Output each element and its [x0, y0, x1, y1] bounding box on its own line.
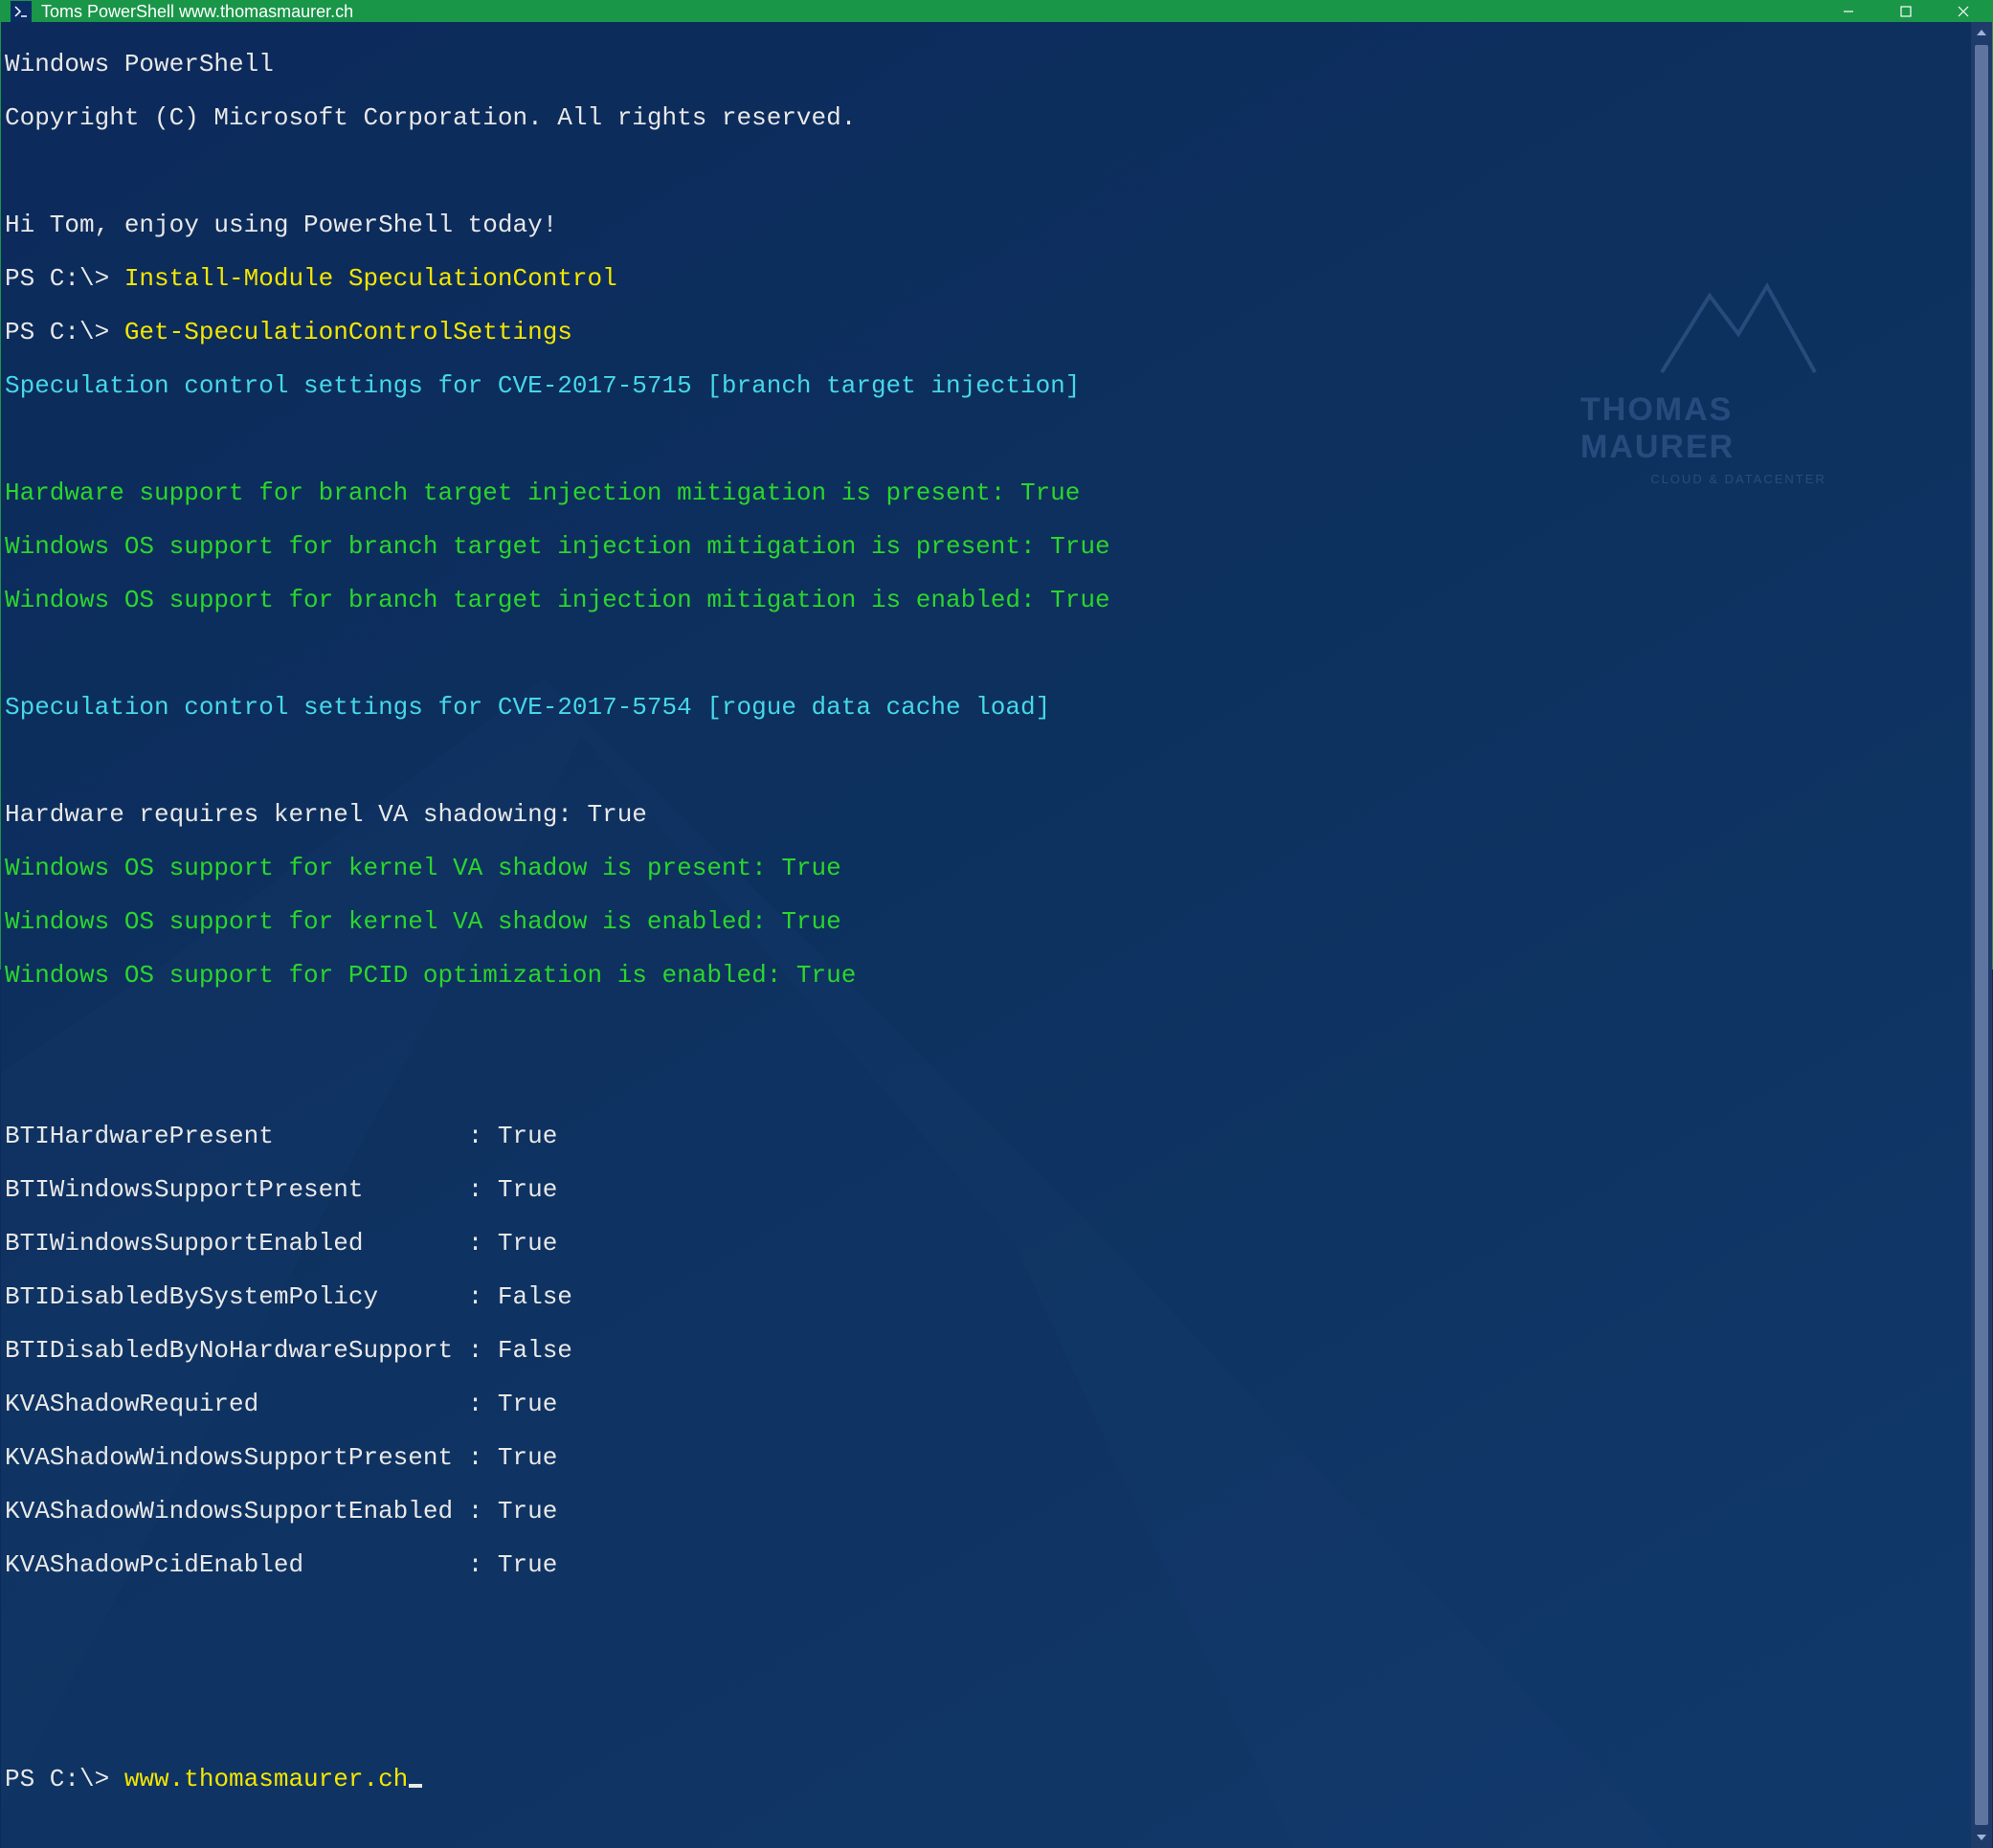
terminal-area[interactable]: THOMAS MAURER CLOUD & DATACENTER Windows…: [1, 22, 1992, 1848]
prompt-prefix: PS C:\>: [5, 264, 124, 293]
maximize-button[interactable]: [1877, 1, 1935, 22]
section-header: Speculation control settings for CVE-201…: [5, 372, 1967, 399]
window-controls: [1820, 1, 1992, 22]
table-row: KVAShadowRequired : True: [5, 1391, 1967, 1417]
output-line: Hardware support for branch target injec…: [5, 479, 1967, 506]
header-line: Windows PowerShell: [5, 51, 1967, 78]
prompt-line: PS C:\> Install-Module SpeculationContro…: [5, 265, 1967, 292]
output-line: Windows OS support for PCID optimization…: [5, 962, 1967, 989]
vertical-scrollbar[interactable]: [1971, 22, 1992, 1848]
section-header: Speculation control settings for CVE-201…: [5, 694, 1967, 721]
prompt-prefix: PS C:\>: [5, 1765, 124, 1793]
prompt-command: Install-Module SpeculationControl: [124, 264, 617, 293]
output-line: Hardware requires kernel VA shadowing: T…: [5, 801, 1967, 828]
window-title: Toms PowerShell www.thomasmaurer.ch: [41, 2, 1820, 22]
terminal-output[interactable]: Windows PowerShell Copyright (C) Microso…: [1, 22, 1971, 1848]
table-row: KVAShadowWindowsSupportEnabled : True: [5, 1498, 1967, 1525]
greeting-line: Hi Tom, enjoy using PowerShell today!: [5, 212, 1967, 238]
table-row: BTIDisabledByNoHardwareSupport : False: [5, 1337, 1967, 1364]
minimize-button[interactable]: [1820, 1, 1877, 22]
output-line: Windows OS support for kernel VA shadow …: [5, 855, 1967, 881]
prompt-line[interactable]: PS C:\> www.thomasmaurer.ch: [5, 1766, 1967, 1792]
output-line: Windows OS support for branch target inj…: [5, 533, 1967, 560]
powershell-icon: [11, 1, 32, 22]
powershell-window: Toms PowerShell www.thomasmaurer.ch THOM…: [0, 0, 1993, 969]
table-row: BTIHardwarePresent : True: [5, 1123, 1967, 1149]
table-row: KVAShadowWindowsSupportPresent : True: [5, 1444, 1967, 1471]
cursor: [409, 1784, 422, 1788]
output-line: Windows OS support for branch target inj…: [5, 587, 1967, 613]
titlebar[interactable]: Toms PowerShell www.thomasmaurer.ch: [1, 1, 1992, 22]
prompt-prefix: PS C:\>: [5, 318, 124, 346]
header-line: Copyright (C) Microsoft Corporation. All…: [5, 104, 1967, 131]
scrollbar-thumb[interactable]: [1975, 45, 1988, 1825]
scroll-up-button[interactable]: [1971, 22, 1992, 43]
table-row: BTIWindowsSupportPresent : True: [5, 1176, 1967, 1203]
table-row: KVAShadowPcidEnabled : True: [5, 1551, 1967, 1578]
prompt-command: www.thomasmaurer.ch: [124, 1765, 408, 1793]
close-button[interactable]: [1935, 1, 1992, 22]
scroll-down-button[interactable]: [1971, 1827, 1992, 1848]
table-row: BTIDisabledBySystemPolicy : False: [5, 1283, 1967, 1310]
prompt-command: Get-SpeculationControlSettings: [124, 318, 572, 346]
table-row: BTIWindowsSupportEnabled : True: [5, 1230, 1967, 1257]
output-line: Windows OS support for kernel VA shadow …: [5, 908, 1967, 935]
prompt-line: PS C:\> Get-SpeculationControlSettings: [5, 319, 1967, 345]
